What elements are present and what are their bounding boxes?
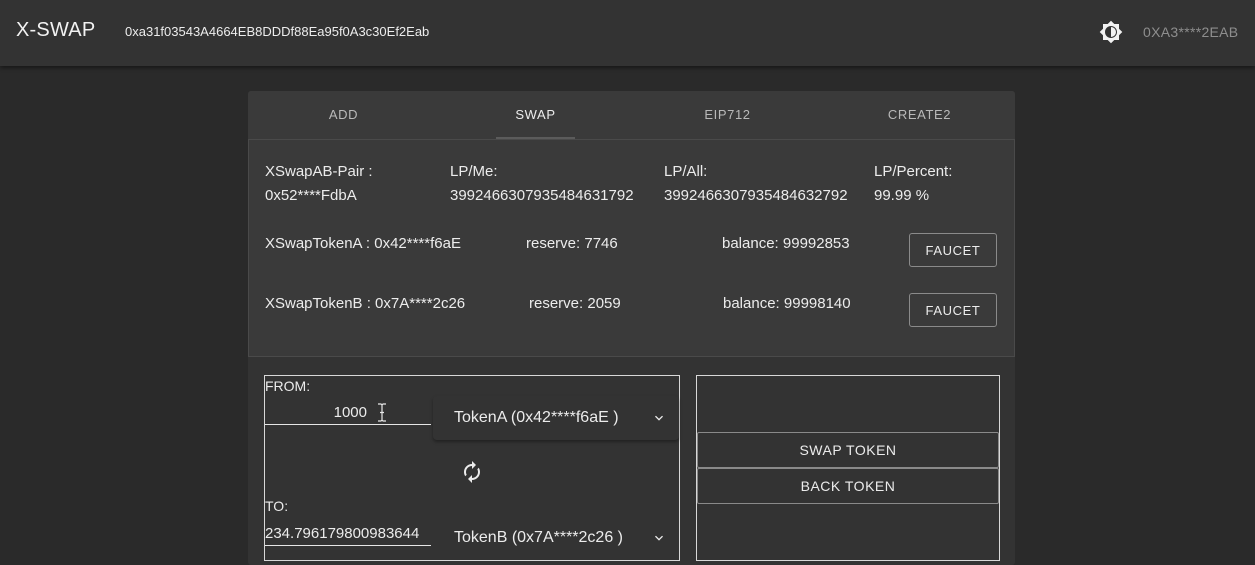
tab-create2[interactable]: CREATE2: [824, 91, 1015, 139]
contract-address: 0xa31f03543A4664EB8DDDf88Ea95f0A3c30Ef2E…: [125, 24, 430, 39]
lp-me-value: 3992466307935484631792: [450, 187, 634, 204]
token-a-name: XSwapTokenA : 0x42****f6aE: [265, 235, 461, 252]
from-token-select[interactable]: TokenA (0x42****f6aE ): [433, 396, 679, 440]
app-title: X-SWAP: [16, 19, 96, 41]
chevron-down-icon: [655, 535, 663, 541]
lp-percent-label: LP/Percent:: [874, 163, 953, 180]
account-button[interactable]: 0XA3****2EAB: [1143, 24, 1238, 40]
to-token-value: TokenB (0x7A****2c26 ): [454, 529, 623, 546]
from-label: FROM:: [265, 378, 311, 394]
to-label: TO:: [265, 498, 289, 514]
swap-direction-icon[interactable]: [460, 460, 484, 484]
faucet-button-token-b[interactable]: FAUCET: [909, 293, 997, 327]
tab-bar: ADD SWAP EIP712 CREATE2: [248, 91, 1015, 139]
from-token-value: TokenA (0x42****f6aE ): [454, 409, 619, 426]
swap-token-button[interactable]: SWAP TOKEN: [697, 432, 999, 468]
lp-all-label: LP/All:: [664, 163, 708, 180]
token-b-balance: balance: 99998140: [723, 295, 851, 312]
lp-all-value: 3992466307935484632792: [664, 187, 848, 204]
lp-percent-value: 99.99 %: [874, 187, 930, 204]
to-token-select[interactable]: TokenB (0x7A****2c26 ): [433, 516, 679, 560]
tab-swap[interactable]: SWAP: [440, 91, 631, 139]
pair-label: XSwapAB-Pair :: [265, 163, 373, 180]
chevron-down-icon: [655, 415, 663, 421]
faucet-button-token-a[interactable]: FAUCET: [909, 233, 997, 267]
back-token-button[interactable]: BACK TOKEN: [697, 468, 999, 504]
token-a-reserve: reserve: 7746: [526, 235, 618, 252]
text-cursor-icon: [376, 403, 388, 422]
brightness-icon[interactable]: [1099, 20, 1123, 44]
pair-address: 0x52****FdbA: [265, 187, 357, 204]
to-amount-input[interactable]: [265, 521, 431, 546]
token-a-balance: balance: 99992853: [722, 235, 850, 252]
token-b-name: XSwapTokenB : 0x7A****2c26: [265, 295, 466, 312]
app-bar: X-SWAP 0xa31f03543A4664EB8DDDf88Ea95f0A3…: [0, 0, 1255, 66]
tab-eip712[interactable]: EIP712: [632, 91, 823, 139]
lp-me-label: LP/Me:: [450, 163, 498, 180]
from-amount-input[interactable]: [265, 401, 431, 425]
token-b-reserve: reserve: 2059: [529, 295, 621, 312]
tab-add[interactable]: ADD: [248, 91, 439, 139]
